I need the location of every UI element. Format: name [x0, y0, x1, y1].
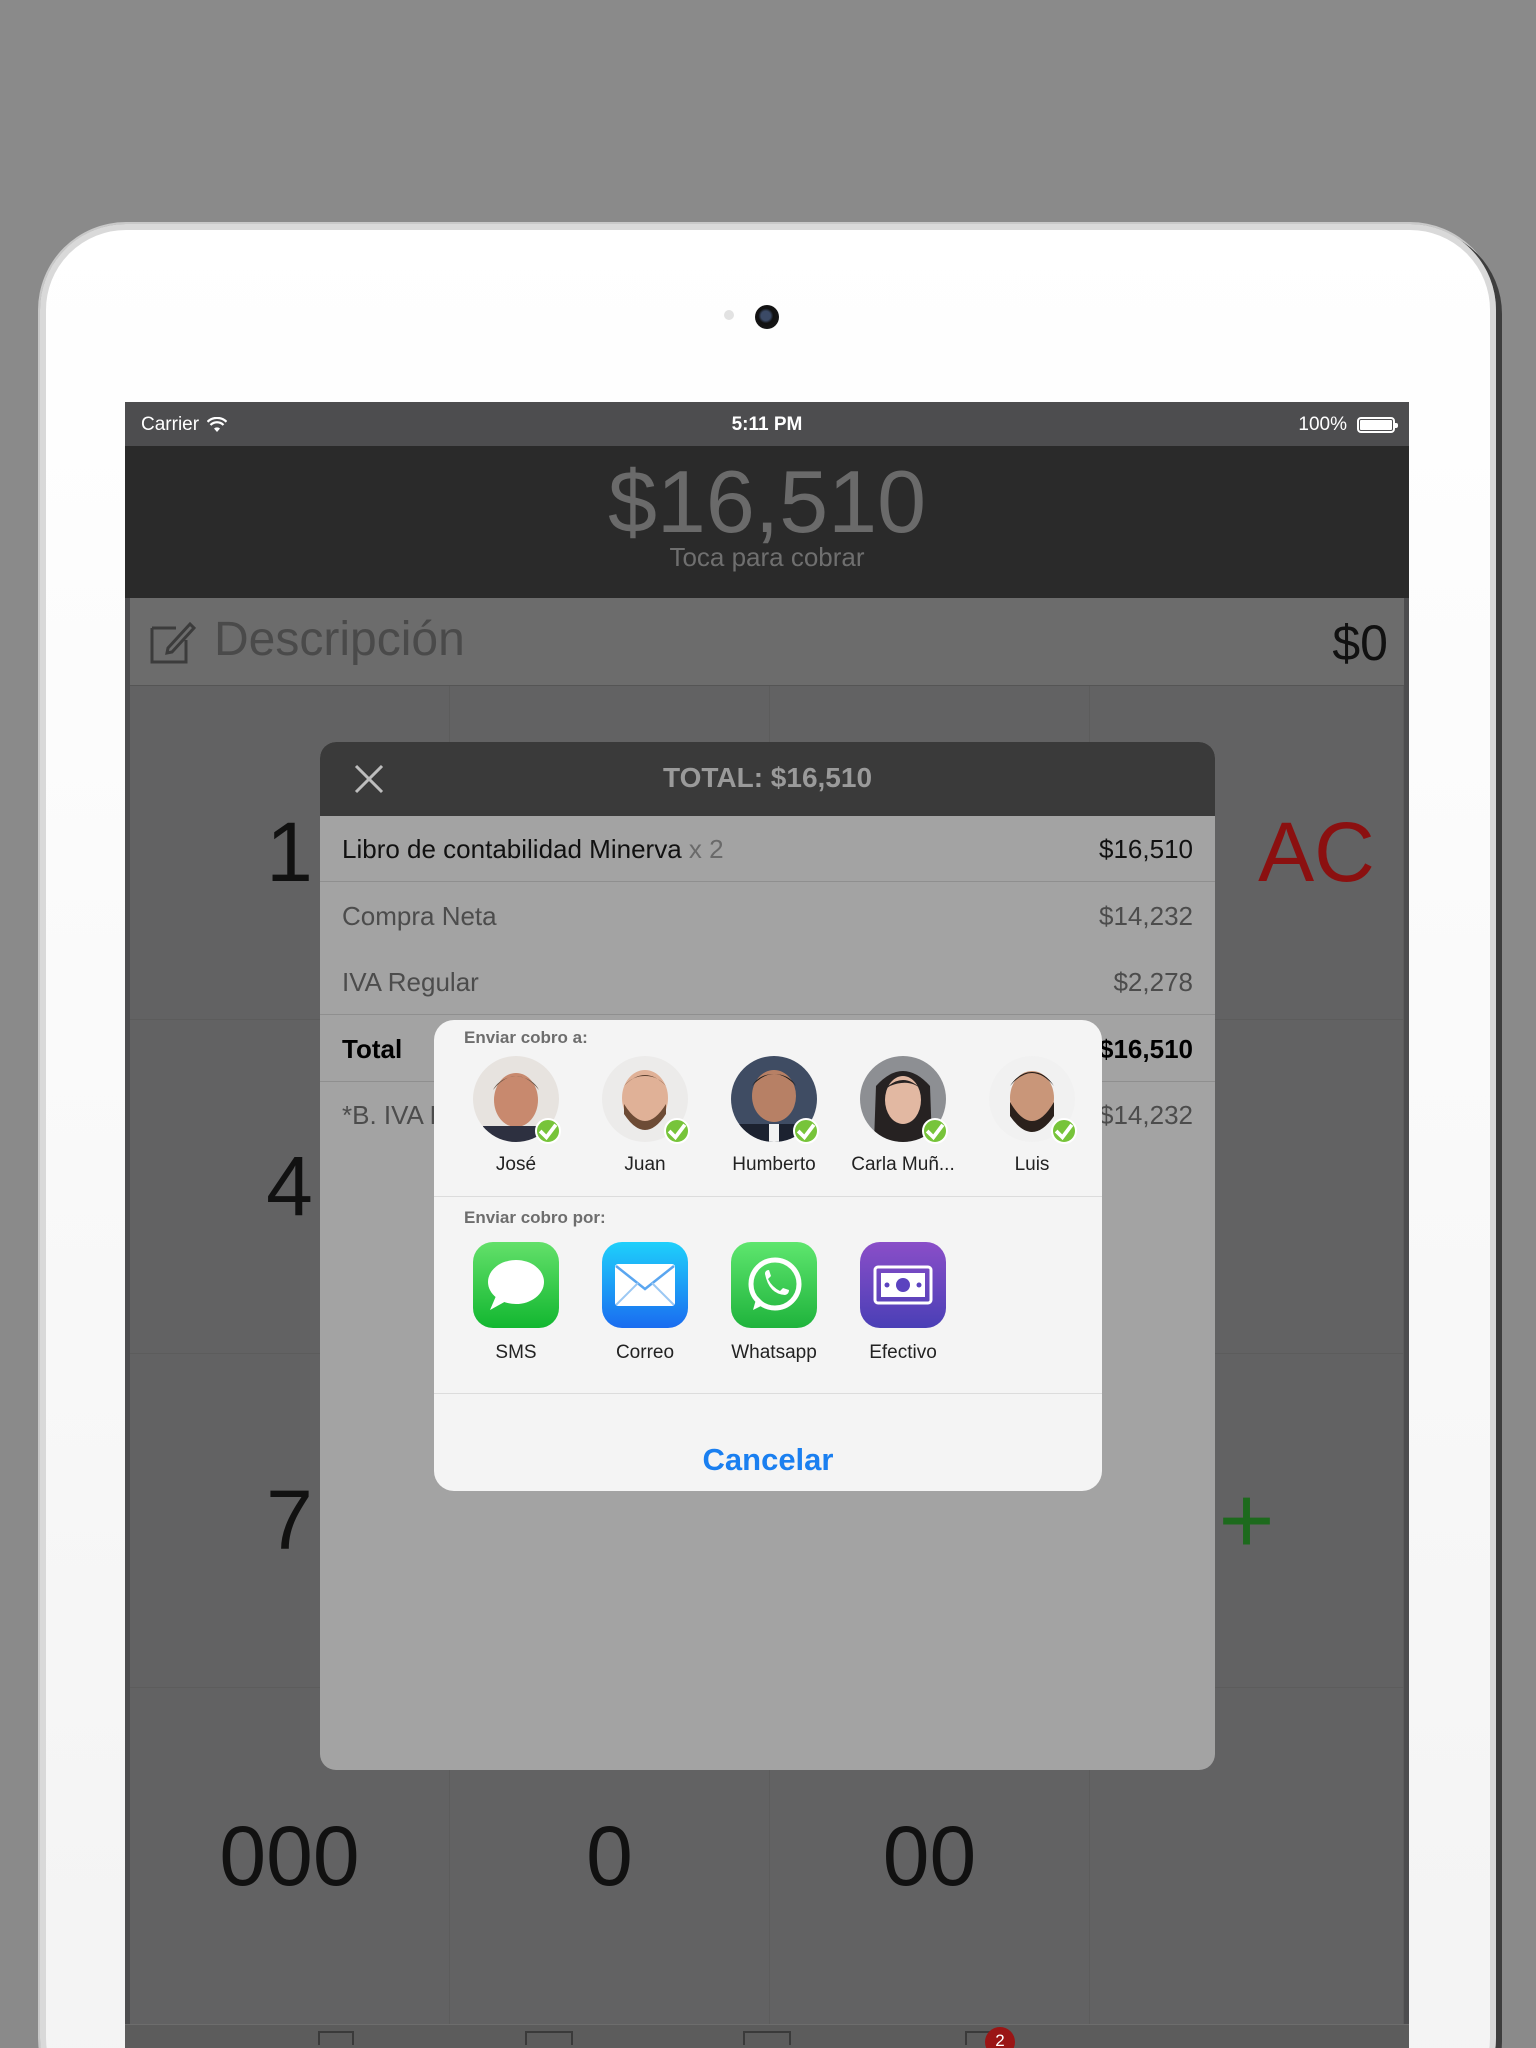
send-via-label: Enviar cobro por: [464, 1208, 606, 1227]
net-row: Compra Neta $14,232 [320, 883, 1215, 949]
divider [434, 1196, 1102, 1197]
receipt-header: TOTAL: $16,510 [320, 742, 1215, 816]
divider [434, 1393, 1102, 1394]
app-name: Whatsapp [731, 1342, 817, 1363]
total-label: Total [342, 1034, 403, 1064]
check-icon [535, 1118, 561, 1144]
total-value: $16,510 [1099, 1034, 1193, 1064]
whatsapp-icon [731, 1242, 817, 1328]
share-sheet: Enviar cobro a: José Juan Humberto Carla… [434, 1020, 1102, 1491]
tab-list[interactable] [743, 2031, 791, 2045]
status-bar: Carrier 5:11 PM 100% [125, 402, 1409, 446]
avatar [860, 1056, 948, 1144]
tab-bar: 2 [125, 2024, 1409, 2048]
check-icon [793, 1118, 819, 1144]
clock: 5:11 PM [731, 414, 803, 435]
contact-jose[interactable]: José [456, 1056, 576, 1176]
contact-carla[interactable]: Carla Muñ... [843, 1056, 963, 1176]
send-to-label: Enviar cobro a: [464, 1028, 588, 1047]
net-value: $14,232 [1099, 901, 1193, 931]
tab-catalog[interactable] [525, 2031, 573, 2045]
app-cash[interactable]: Efectivo [843, 1242, 963, 1364]
avatar [473, 1056, 561, 1144]
description-bar[interactable]: Descripción $0 [130, 598, 1404, 686]
camera-lens [755, 305, 779, 329]
app-mail[interactable]: Correo [585, 1242, 705, 1364]
app-name: Efectivo [869, 1342, 937, 1363]
mail-icon [602, 1242, 688, 1328]
check-icon [1051, 1118, 1077, 1144]
tax-base-value: $14,232 [1099, 1100, 1193, 1130]
description-placeholder: Descripción [214, 613, 465, 666]
app-whatsapp[interactable]: Whatsapp [714, 1242, 834, 1364]
charge-hint: Toca para cobrar [669, 542, 865, 572]
tax-base-label: *B. IVA R [342, 1100, 449, 1130]
item-qty: x 2 [688, 834, 724, 864]
battery-icon [1357, 417, 1398, 433]
contact-luis[interactable]: Luis [972, 1056, 1092, 1176]
tax-row: IVA Regular $2,278 [320, 949, 1215, 1015]
net-label: Compra Neta [342, 901, 497, 931]
charge-amount: $16,510 [607, 452, 927, 551]
tax-label: IVA Regular [342, 967, 479, 997]
app-sms[interactable]: SMS [456, 1242, 576, 1364]
cash-icon [860, 1242, 946, 1328]
battery-percent: 100% [1298, 414, 1347, 435]
edit-icon [150, 621, 196, 664]
receipt-item-row: Libro de contabilidad Minerva x 2 $16,51… [320, 816, 1215, 882]
avatar [731, 1056, 819, 1144]
app-name: SMS [495, 1342, 537, 1363]
item-price: $16,510 [1099, 834, 1193, 864]
sensor-dot [724, 310, 734, 320]
item-name: Libro de contabilidad Minerva [342, 834, 682, 864]
tab-keypad[interactable] [318, 2031, 354, 2045]
check-icon [664, 1118, 690, 1144]
avatar [989, 1056, 1077, 1144]
app-name: Correo [615, 1342, 675, 1363]
avatar [602, 1056, 690, 1144]
messages-icon [473, 1242, 559, 1328]
tab-sales-badge: 2 [985, 2027, 1015, 2048]
cancel-button[interactable]: Cancelar [434, 1411, 1102, 1491]
receipt-title: TOTAL: $16,510 [662, 762, 873, 793]
tax-value: $2,278 [1113, 967, 1193, 997]
check-icon [922, 1118, 948, 1144]
contact-humberto[interactable]: Humberto [714, 1056, 834, 1176]
charge-header[interactable]: $16,510 Toca para cobrar [125, 446, 1409, 598]
description-amount: $0 [1332, 615, 1388, 671]
contact-juan[interactable]: Juan [585, 1056, 705, 1176]
